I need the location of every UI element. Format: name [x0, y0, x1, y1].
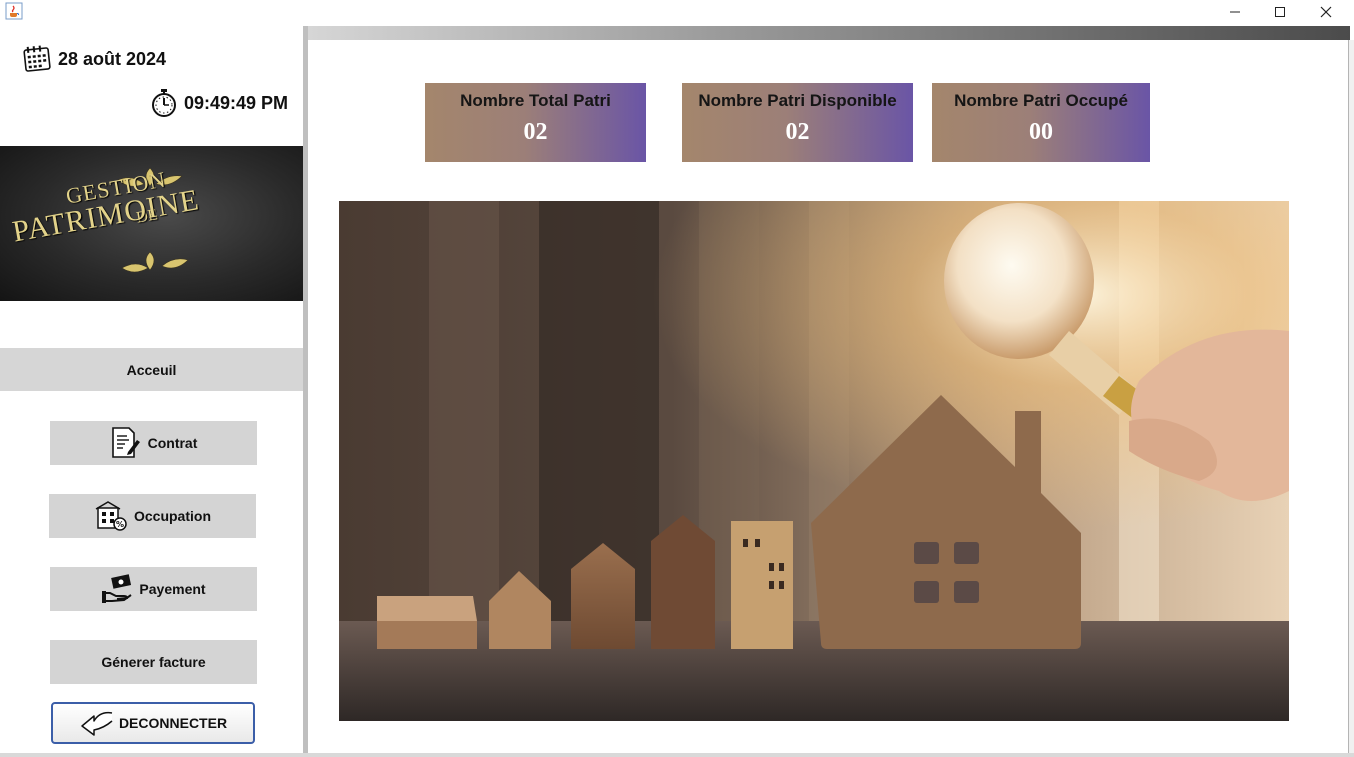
contrat-button[interactable]: Contrat — [50, 421, 257, 465]
maximize-icon — [1275, 7, 1285, 17]
stat-occupe-label: Nombre Patri Occupé — [954, 91, 1128, 110]
occupancy-building-icon: % — [95, 501, 127, 531]
occupation-label: Occupation — [133, 508, 211, 524]
date-text: 28 août 2024 — [58, 48, 167, 69]
window-titlebar — [0, 0, 1354, 26]
date-display: 28 août 2024 — [22, 44, 166, 74]
nav-accueil[interactable]: Acceuil — [0, 348, 303, 391]
contrat-label: Contrat — [147, 435, 198, 451]
window-right-edge — [1348, 40, 1354, 757]
payement-label: Payement — [139, 581, 206, 597]
svg-text:%: % — [116, 520, 124, 529]
window-bottom-border — [0, 753, 1354, 757]
header-gradient-strip — [308, 26, 1350, 40]
time-text: 09:49:49 PM — [184, 92, 289, 113]
minimize-button[interactable] — [1212, 0, 1258, 24]
stat-total-value: 02 — [523, 119, 548, 145]
stat-disponible-label: Nombre Patri Disponible — [698, 91, 897, 110]
stat-card-occupe: Nombre Patri Occupé 00 — [932, 83, 1150, 162]
stat-total-label: Nombre Total Patri — [460, 91, 611, 110]
stat-card-disponible: Nombre Patri Disponible 02 — [682, 83, 913, 162]
payement-button[interactable]: Payement — [50, 567, 257, 611]
occupation-button[interactable]: % Occupation — [49, 494, 256, 538]
nav-accueil-label: Acceuil — [126, 361, 177, 378]
close-icon — [1320, 6, 1332, 18]
payment-hand-icon — [102, 574, 133, 603]
deconnecter-label: DECONNECTER — [118, 715, 228, 731]
hero-image-houses-lightbulb — [339, 201, 1289, 721]
generer-facture-label: Génerer facture — [101, 654, 206, 670]
logout-return-arrow-icon — [81, 711, 113, 736]
close-button[interactable] — [1303, 0, 1349, 24]
stat-occupe-value: 00 — [1029, 119, 1053, 145]
contract-document-icon — [111, 427, 140, 458]
generer-facture-button[interactable]: Génerer facture — [50, 640, 257, 684]
maximize-button[interactable] — [1257, 0, 1303, 24]
stat-card-total: Nombre Total Patri 02 — [425, 83, 646, 162]
java-cup-icon — [5, 2, 23, 20]
houses-lightbulb-illustration — [339, 201, 1289, 721]
minimize-icon — [1230, 11, 1240, 13]
stat-disponible-value: 02 — [785, 119, 810, 145]
deconnecter-button[interactable]: DECONNECTER — [51, 702, 255, 744]
calendar-icon — [23, 45, 51, 72]
time-display: 09:49:49 PM — [150, 88, 288, 118]
stopwatch-icon — [152, 89, 176, 117]
